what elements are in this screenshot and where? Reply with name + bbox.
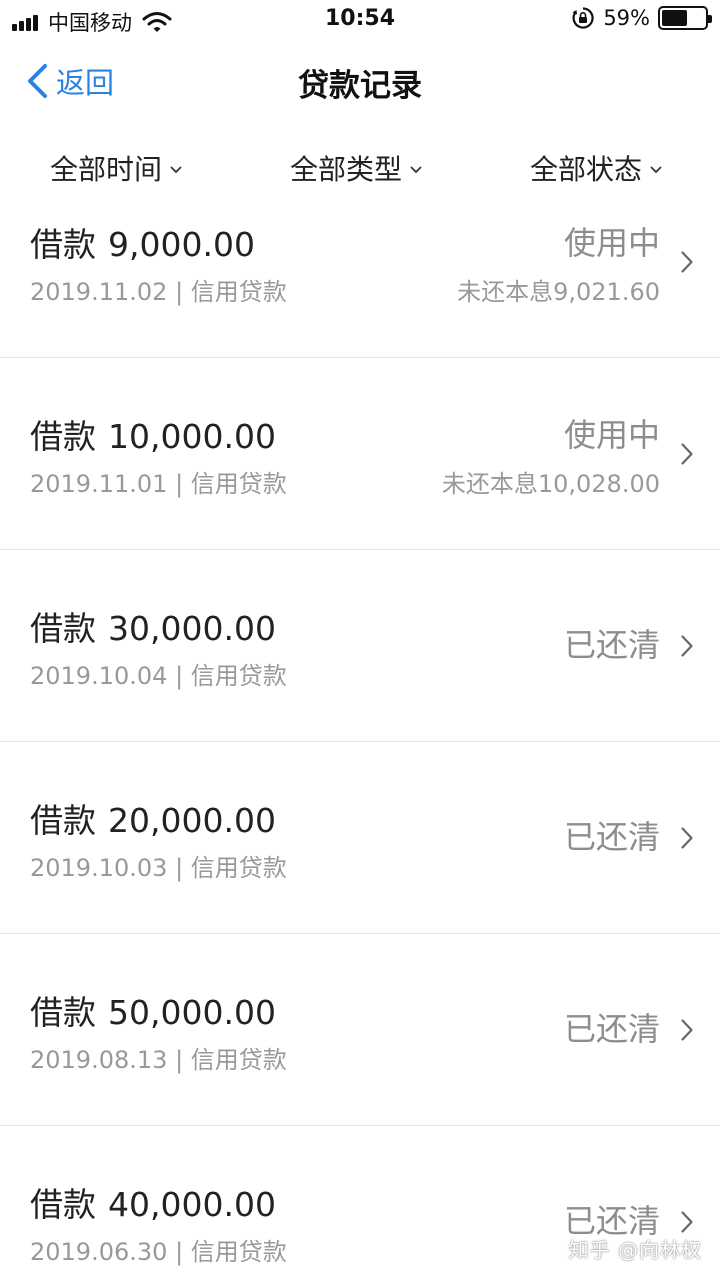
loan-records-screen: 中国移动 10:54 59% 返回 贷款记录 全部时间 全部类型 全部状态 借款… xyxy=(0,0,720,1281)
record-prefix: 借款 xyxy=(30,225,96,264)
record-prefix: 借款 xyxy=(30,1185,96,1224)
record-date: 2019.08.13 xyxy=(30,1046,168,1074)
record-amount: 9,000.00 xyxy=(108,225,255,264)
loan-record-row[interactable]: 借款 50,000.00 2019.08.13 | 信用贷款 已还清 xyxy=(0,934,720,1126)
record-meta-line: 2019.11.02 | 信用贷款 xyxy=(30,272,287,307)
chevron-down-icon xyxy=(410,166,422,173)
record-status: 已还清 xyxy=(563,626,660,664)
record-meta-line: 2019.06.30 | 信用贷款 xyxy=(30,1232,287,1267)
record-prefix: 借款 xyxy=(30,993,96,1032)
record-status: 已还清 xyxy=(563,818,660,856)
record-meta-line: 2019.08.13 | 信用贷款 xyxy=(30,1040,287,1075)
loan-record-row[interactable]: 借款 20,000.00 2019.10.03 | 信用贷款 已还清 xyxy=(0,742,720,934)
record-status: 使用中 xyxy=(563,416,660,454)
chevron-right-icon xyxy=(681,1211,693,1233)
record-separator: | xyxy=(175,1046,184,1074)
record-category: 信用贷款 xyxy=(190,1238,287,1266)
record-status: 使用中 xyxy=(563,224,660,262)
record-meta-line: 2019.10.04 | 信用贷款 xyxy=(30,656,287,691)
record-amount: 10,000.00 xyxy=(108,417,276,456)
record-prefix: 借款 xyxy=(30,801,96,840)
loan-record-row[interactable]: 借款 10,000.00 2019.11.01 | 信用贷款 使用中 未还本息10… xyxy=(0,358,720,550)
record-amount: 50,000.00 xyxy=(108,993,276,1032)
battery-percent: 59% xyxy=(603,6,650,30)
record-prefix: 借款 xyxy=(30,609,96,648)
record-prefix: 借款 xyxy=(30,417,96,456)
record-separator: | xyxy=(175,662,184,690)
filter-type-dropdown[interactable]: 全部类型 xyxy=(290,148,422,188)
record-amount-line: 借款 30,000.00 xyxy=(30,602,276,650)
status-right: 59% xyxy=(571,6,712,30)
record-meta-line: 2019.11.01 | 信用贷款 xyxy=(30,464,287,499)
record-remaining: 未还本息10,028.00 xyxy=(441,470,660,498)
chevron-right-icon xyxy=(681,251,693,273)
filter-time-label: 全部时间 xyxy=(50,153,163,186)
loan-record-row[interactable]: 借款 30,000.00 2019.10.04 | 信用贷款 已还清 xyxy=(0,550,720,742)
record-status: 已还清 xyxy=(563,1010,660,1048)
record-amount-line: 借款 20,000.00 xyxy=(30,794,276,842)
filter-time-dropdown[interactable]: 全部时间 xyxy=(50,148,182,188)
record-category: 信用贷款 xyxy=(190,662,287,690)
chevron-right-icon xyxy=(681,827,693,849)
filter-bar: 全部时间 全部类型 全部状态 xyxy=(0,148,720,198)
filter-type-label: 全部类型 xyxy=(290,153,403,186)
loan-record-row[interactable]: 借款 9,000.00 2019.11.02 | 信用贷款 使用中 未还本息9,0… xyxy=(0,198,720,358)
record-meta-line: 2019.10.03 | 信用贷款 xyxy=(30,848,287,883)
record-date: 2019.10.04 xyxy=(30,662,168,690)
record-date: 2019.10.03 xyxy=(30,854,168,882)
watermark: 知乎 @向林权 xyxy=(568,1238,702,1262)
record-date: 2019.06.30 xyxy=(30,1238,168,1266)
record-amount-line: 借款 40,000.00 xyxy=(30,1178,276,1226)
record-separator: | xyxy=(175,470,184,498)
loan-record-list: 借款 9,000.00 2019.11.02 | 信用贷款 使用中 未还本息9,0… xyxy=(0,198,720,1281)
record-category: 信用贷款 xyxy=(190,1046,287,1074)
chevron-down-icon xyxy=(170,166,182,173)
battery-icon xyxy=(658,6,712,30)
record-amount: 20,000.00 xyxy=(108,801,276,840)
record-category: 信用贷款 xyxy=(190,278,287,306)
chevron-right-icon xyxy=(681,1019,693,1041)
filter-status-dropdown[interactable]: 全部状态 xyxy=(530,148,662,188)
chevron-right-icon xyxy=(681,635,693,657)
rotation-lock-icon xyxy=(572,7,594,29)
battery-fill xyxy=(662,10,687,26)
chevron-right-icon xyxy=(681,443,693,465)
chevron-down-icon xyxy=(650,166,662,173)
record-separator: | xyxy=(175,854,184,882)
navigation-bar: 返回 贷款记录 xyxy=(0,40,720,124)
battery-cap xyxy=(708,15,712,23)
record-amount-line: 借款 50,000.00 xyxy=(30,986,276,1034)
record-separator: | xyxy=(175,1238,184,1266)
record-amount-line: 借款 9,000.00 xyxy=(30,218,255,266)
record-remaining: 未还本息9,021.60 xyxy=(457,278,660,306)
page-title: 贷款记录 xyxy=(298,68,422,104)
record-separator: | xyxy=(175,278,184,306)
record-category: 信用贷款 xyxy=(190,470,287,498)
filter-status-label: 全部状态 xyxy=(530,153,643,186)
record-amount: 30,000.00 xyxy=(108,609,276,648)
record-amount: 40,000.00 xyxy=(108,1185,276,1224)
record-date: 2019.11.02 xyxy=(30,278,168,306)
status-bar: 中国移动 10:54 59% xyxy=(0,0,720,40)
record-date: 2019.11.01 xyxy=(30,470,168,498)
record-amount-line: 借款 10,000.00 xyxy=(30,410,276,458)
record-category: 信用贷款 xyxy=(190,854,287,882)
